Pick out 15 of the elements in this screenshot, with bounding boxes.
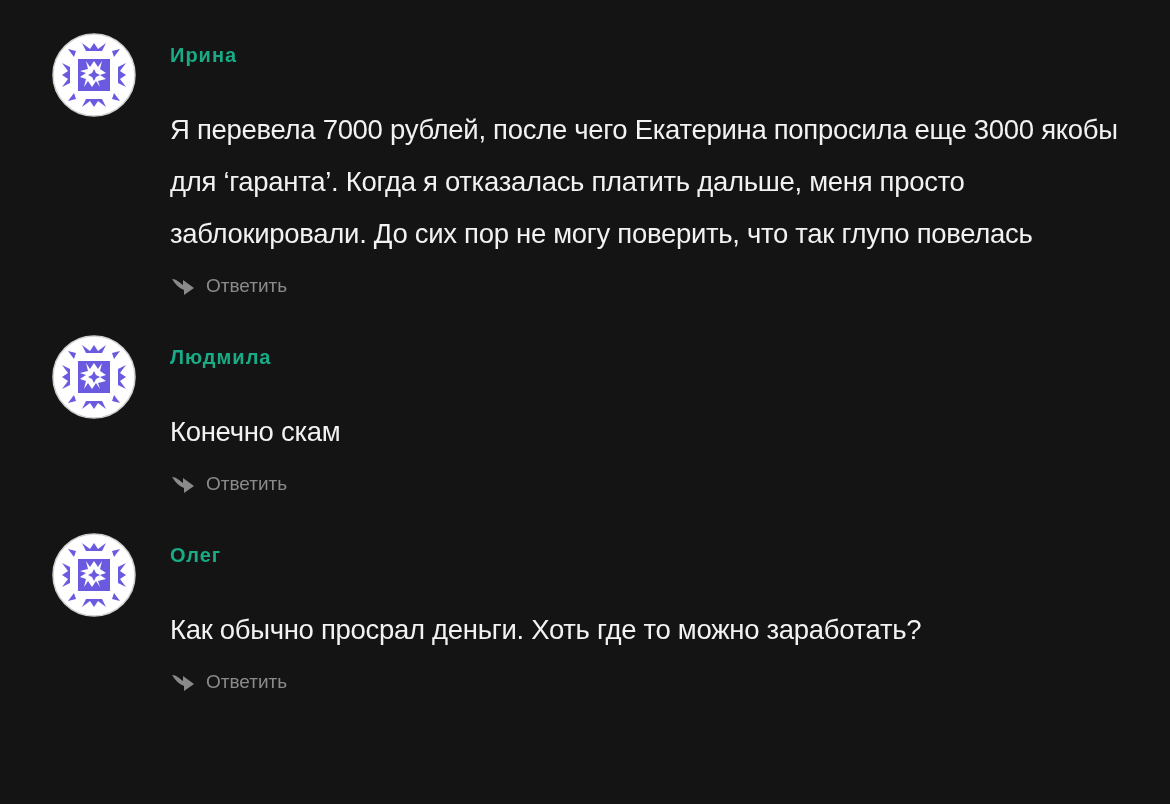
author-name: Людмила: [170, 345, 273, 369]
reply-arrow-icon: [170, 474, 196, 494]
comment-text: Конечно скам: [170, 415, 342, 449]
reply-arrow-icon: [170, 672, 196, 692]
reply-button[interactable]: Ответить: [170, 274, 288, 298]
avatar-icon: [52, 335, 136, 419]
reply-button[interactable]: Ответить: [170, 670, 288, 694]
author-name: Ирина: [170, 43, 239, 67]
reply-arrow-icon: [170, 276, 196, 296]
author-name: Олег: [170, 543, 223, 567]
avatar-icon: [52, 33, 136, 117]
avatar-icon: [52, 533, 136, 617]
comment-text: Как обычно просрал деньги. Хоть где то можно заработать?: [170, 613, 923, 647]
reply-button[interactable]: Ответить: [170, 472, 288, 496]
comment-text: Я перевела 7000 рублей, после чего Екатерина попросила еще 3000 якобы для ‘гаранта’. Когда я отказалась платить дальше, меня просто заблокировали. До сих пор не могу поверить, что так глупо повелась: [170, 113, 1119, 251]
